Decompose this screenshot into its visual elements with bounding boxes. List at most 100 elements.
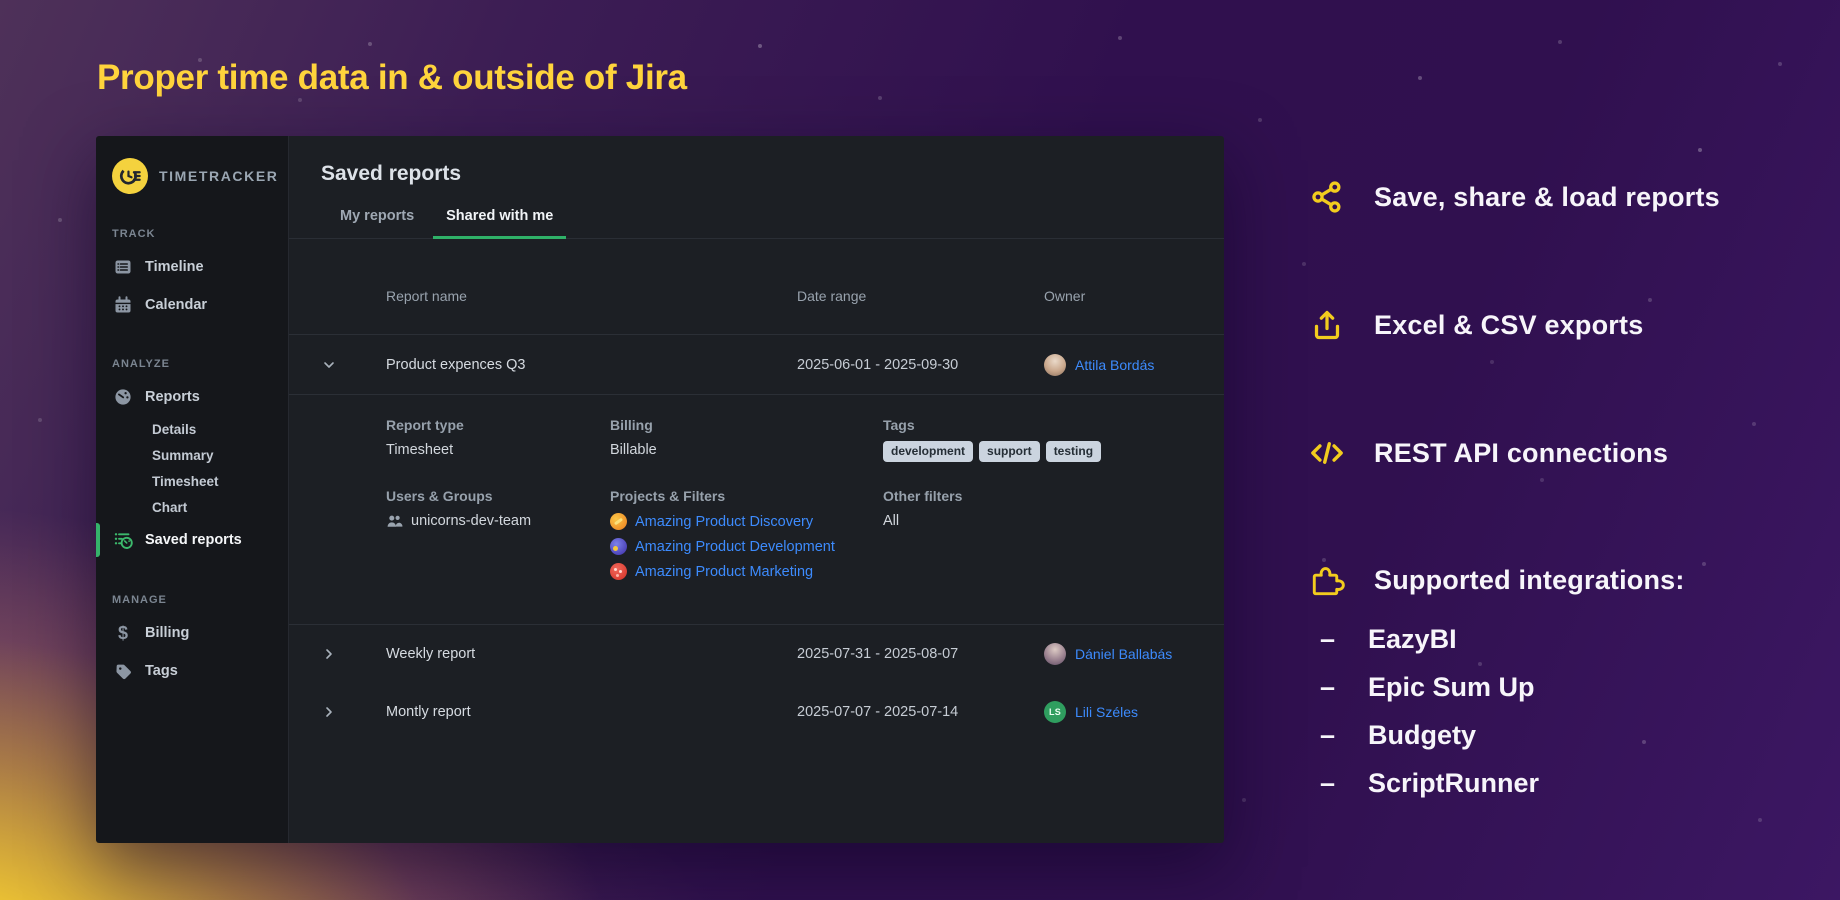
feature-label: REST API connections — [1374, 438, 1668, 469]
project-link[interactable]: Amazing Product Discovery — [635, 514, 813, 530]
billing-value: Billable — [610, 442, 883, 458]
column-header-date: Date range — [797, 288, 1044, 304]
column-header-name: Report name — [386, 288, 797, 304]
integration-label: EazyBI — [1368, 624, 1457, 655]
main-content: Saved reports My reports Shared with me … — [289, 136, 1224, 843]
sidebar-item-details[interactable]: Details — [96, 416, 288, 442]
sidebar-item-billing[interactable]: $ Billing — [96, 614, 288, 652]
project-avatar-marketing — [610, 563, 627, 580]
bullet-dash: – — [1320, 672, 1335, 703]
owner-link[interactable]: Lili Széles — [1075, 704, 1138, 720]
users-icon — [386, 513, 403, 529]
sidebar-item-saved-reports[interactable]: Saved reports — [96, 520, 288, 560]
sidebar-label-saved-reports: Saved reports — [145, 532, 242, 548]
billing-dollar-icon: $ — [113, 623, 133, 643]
integration-label: ScriptRunner — [1368, 768, 1539, 799]
integration-item: – ScriptRunner — [1320, 768, 1539, 799]
integration-item: – EazyBI — [1320, 624, 1539, 655]
report-type-label: Report type — [386, 417, 610, 433]
sidebar-item-summary[interactable]: Summary — [96, 442, 288, 468]
share-icon — [1306, 176, 1348, 218]
table-row[interactable]: Weekly report 2025-07-31 - 2025-08-07 Dá… — [289, 625, 1224, 683]
feature-label: Excel & CSV exports — [1374, 310, 1643, 341]
sidebar-label-tags: Tags — [145, 663, 178, 679]
feature-label: Supported integrations: — [1374, 565, 1685, 596]
integration-item: – Epic Sum Up — [1320, 672, 1539, 703]
feature-exports: Excel & CSV exports — [1306, 303, 1643, 347]
report-type-value: Timesheet — [386, 442, 610, 458]
chevron-down-icon[interactable] — [319, 355, 339, 375]
project-avatar-development — [610, 538, 627, 555]
integration-label: Epic Sum Up — [1368, 672, 1535, 703]
tab-shared-with-me[interactable]: Shared with me — [433, 198, 566, 239]
star-field — [0, 0, 4, 4]
table-header-row: Report name Date range Owner — [289, 239, 1224, 335]
report-name: Product expences Q3 — [386, 357, 797, 373]
column-header-owner: Owner — [1044, 288, 1224, 304]
report-date-range: 2025-07-31 - 2025-08-07 — [797, 646, 1044, 662]
report-name: Montly report — [386, 704, 797, 720]
bullet-dash: – — [1320, 720, 1335, 751]
sidebar-item-timeline[interactable]: Timeline — [96, 248, 288, 286]
tag-pill: development — [883, 441, 973, 462]
other-filters-label: Other filters — [883, 488, 1194, 504]
avatar — [1044, 354, 1066, 376]
report-date-range: 2025-06-01 - 2025-09-30 — [797, 357, 1044, 373]
chevron-right-icon[interactable] — [319, 702, 339, 722]
report-date-range: 2025-07-07 - 2025-07-14 — [797, 704, 1044, 720]
code-icon — [1306, 432, 1348, 474]
tab-bar: My reports Shared with me — [289, 198, 1224, 239]
owner-link[interactable]: Dániel Ballabás — [1075, 646, 1172, 662]
sidebar-item-timesheet[interactable]: Timesheet — [96, 468, 288, 494]
tag-pill: support — [979, 441, 1040, 462]
page-title: Proper time data in & outside of Jira — [97, 58, 687, 98]
table-row[interactable]: Montly report 2025-07-07 - 2025-07-14 LS… — [289, 683, 1224, 741]
integration-label: Budgety — [1368, 720, 1476, 751]
avatar — [1044, 643, 1066, 665]
users-groups-value: unicorns-dev-team — [411, 513, 531, 529]
chevron-right-icon[interactable] — [319, 644, 339, 664]
billing-label: Billing — [610, 417, 883, 433]
section-label-analyze: ANALYZE — [112, 358, 272, 370]
feature-label: Save, share & load reports — [1374, 182, 1720, 213]
feature-save-share: Save, share & load reports — [1306, 175, 1720, 219]
brand-row: TIMETRACKER — [96, 136, 288, 194]
sidebar-item-reports[interactable]: Reports — [96, 378, 288, 416]
reports-gauge-icon — [113, 387, 133, 407]
tag-icon — [113, 661, 133, 681]
sidebar-label-billing: Billing — [145, 625, 189, 641]
tag-pill: testing — [1046, 441, 1101, 462]
tab-my-reports[interactable]: My reports — [327, 198, 427, 239]
project-link[interactable]: Amazing Product Marketing — [635, 564, 813, 580]
section-label-manage: MANAGE — [112, 594, 272, 606]
sidebar-item-calendar[interactable]: Calendar — [96, 286, 288, 324]
sidebar: TIMETRACKER TRACK Timeline — [96, 136, 289, 843]
sidebar-label-reports: Reports — [145, 389, 200, 405]
sidebar-item-tags[interactable]: Tags — [96, 652, 288, 690]
sidebar-label-timeline: Timeline — [145, 259, 204, 275]
bullet-dash: – — [1320, 768, 1335, 799]
saved-reports-icon — [113, 530, 133, 550]
timetracker-app-window: TIMETRACKER TRACK Timeline — [96, 136, 1224, 843]
sidebar-label-calendar: Calendar — [145, 297, 207, 313]
export-icon — [1306, 304, 1348, 346]
integration-item: – Budgety — [1320, 720, 1539, 751]
owner-link[interactable]: Attila Bordás — [1075, 357, 1154, 373]
calendar-icon — [113, 295, 133, 315]
avatar: LS — [1044, 701, 1066, 723]
feature-integrations: Supported integrations: — [1306, 558, 1685, 602]
puzzle-icon — [1306, 559, 1348, 601]
section-label-track: TRACK — [112, 228, 272, 240]
tags-label: Tags — [883, 417, 1194, 433]
project-link[interactable]: Amazing Product Development — [635, 539, 835, 555]
table-row[interactable]: Product expences Q3 2025-06-01 - 2025-09… — [289, 335, 1224, 395]
brand-name: TIMETRACKER — [159, 168, 278, 184]
project-avatar-discovery — [610, 513, 627, 530]
timetracker-logo-icon — [112, 158, 148, 194]
bullet-dash: – — [1320, 624, 1335, 655]
feature-rest-api: REST API connections — [1306, 431, 1668, 475]
sidebar-item-chart[interactable]: Chart — [96, 494, 288, 520]
report-name: Weekly report — [386, 646, 797, 662]
main-title: Saved reports — [321, 162, 1224, 186]
projects-filters-label: Projects & Filters — [610, 488, 883, 504]
